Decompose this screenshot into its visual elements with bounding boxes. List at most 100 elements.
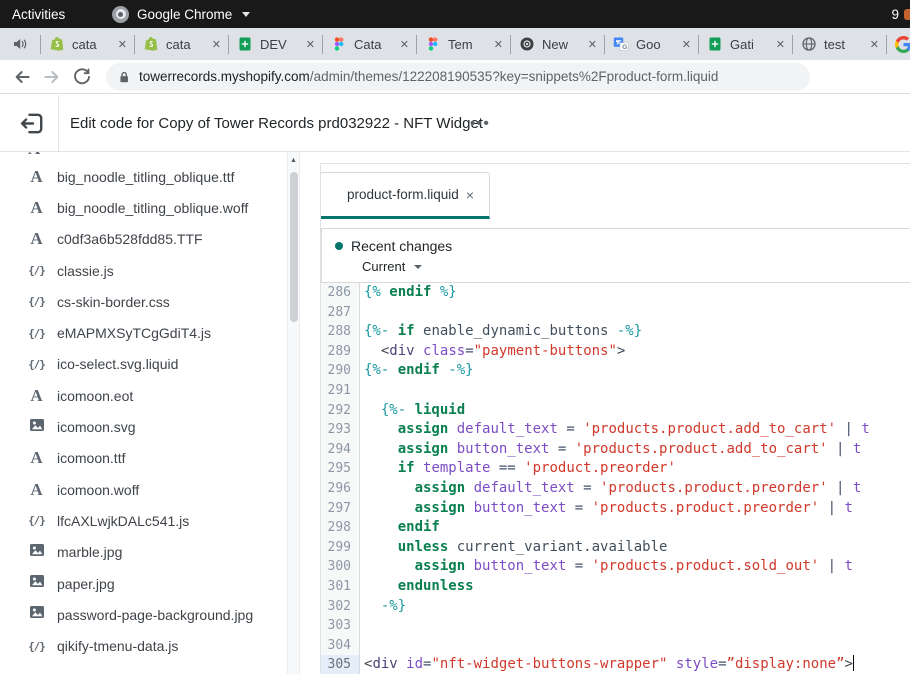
file-item[interactable]: Aicomoon.ttf (0, 443, 286, 474)
scrollbar-thumb[interactable] (290, 172, 298, 322)
tab-close-icon[interactable]: ✕ (588, 38, 597, 51)
file-item[interactable]: {/}classie.js (0, 255, 286, 286)
camera-favicon-icon (519, 36, 535, 52)
browser-tab[interactable]: GGoo✕ (605, 28, 698, 60)
system-top-bar: Activities Google Chrome 9 (0, 0, 910, 28)
browser-tab[interactable]: DEV✕ (229, 28, 322, 60)
code-line[interactable]: 297 assign button_text = 'products.produ… (321, 499, 910, 519)
activities-button[interactable]: Activities (12, 7, 65, 22)
file-item[interactable]: {/}qikify-tmenu-data.js (0, 630, 286, 661)
file-item[interactable]: icomoon.svg (0, 411, 286, 442)
tab-close-icon[interactable]: ✕ (306, 38, 315, 51)
code-area[interactable]: 286{% endif %}287288{%- if enable_dynami… (321, 283, 910, 674)
line-content (360, 303, 910, 323)
translate-favicon-icon: G (613, 36, 629, 52)
browser-tab[interactable]: Cata✕ (323, 28, 416, 60)
code-line[interactable]: 290{%- endif -%} (321, 361, 910, 381)
back-button[interactable] (12, 67, 32, 87)
code-line[interactable]: 295 if template == 'product.preorder' (321, 459, 910, 479)
code-line[interactable]: 291 (321, 381, 910, 401)
app-menu[interactable]: Google Chrome (112, 6, 250, 23)
tab-close-icon[interactable]: ✕ (400, 38, 409, 51)
code-line[interactable]: 294 assign button_text = 'products.produ… (321, 440, 910, 460)
file-item[interactable]: {/}lfcAXLwjkDALc541.js (0, 505, 286, 536)
code-token: assign (415, 480, 466, 496)
url-text: towerrecords.myshopify.com/admin/themes/… (139, 69, 718, 84)
code-token (448, 441, 456, 457)
code-line[interactable]: 292 {%- liquid (321, 401, 910, 421)
text-cursor (853, 655, 855, 671)
code-line[interactable]: 287 (321, 303, 910, 323)
code-line[interactable]: 305<div id="nft-widget-buttons-wrapper" … (321, 655, 910, 674)
code-line[interactable]: 293 assign default_text = 'products.prod… (321, 420, 910, 440)
file-item[interactable]: Abig_noodle_titling_oblique.woff (0, 192, 286, 223)
browser-tab[interactable]: test✕ (793, 28, 886, 60)
code-line[interactable]: 289 <div class="payment-buttons"> (321, 342, 910, 362)
file-item[interactable]: password-page-background.jpg (0, 599, 286, 630)
code-line[interactable]: 298 endif (321, 518, 910, 538)
editor-tab-close-icon[interactable]: × (466, 187, 474, 203)
code-token: assign (415, 558, 466, 574)
browser-tab[interactable]: Tem ✕ (417, 28, 510, 60)
code-token: button_text (474, 500, 567, 516)
code-line[interactable]: 302 -%} (321, 597, 910, 617)
file-item[interactable]: paper.jpg (0, 568, 286, 599)
file-item[interactable]: Aicomoon.woff (0, 474, 286, 505)
code-token: = (718, 656, 726, 672)
tab-close-icon[interactable]: ✕ (682, 38, 691, 51)
url-host: towerrecords.myshopify.com (139, 69, 310, 84)
editor-tab[interactable]: product-form.liquid × (320, 172, 490, 219)
browser-tab[interactable]: New✕ (511, 28, 604, 60)
tab-close-icon[interactable]: ✕ (118, 38, 127, 51)
forward-button[interactable] (42, 67, 62, 87)
code-line[interactable]: 286{% endif %} (321, 283, 910, 303)
scroll-up-icon[interactable]: ▲ (288, 157, 299, 164)
more-actions-button[interactable]: ••• (470, 95, 490, 152)
clock[interactable]: 9 (891, 7, 899, 22)
code-token: ”display:none” (727, 656, 845, 672)
lock-icon[interactable] (118, 70, 130, 84)
browser-tab[interactable]: cata✕ (41, 28, 134, 60)
app-menu-label: Google Chrome (137, 7, 232, 22)
file-item[interactable]: marble.jpg (0, 537, 286, 568)
line-number: 304 (321, 636, 360, 656)
code-token (398, 656, 406, 672)
file-item[interactable]: Aicomoon.eot (0, 380, 286, 411)
tab-close-icon[interactable]: ✕ (870, 38, 879, 51)
file-item[interactable]: {/}eMAPMXSyTCgGdiT4.js (0, 317, 286, 348)
code-line[interactable]: 301 endunless (321, 577, 910, 597)
code-token (364, 460, 398, 476)
file-item[interactable]: Ac0df3a6b528fdd85.TTF (0, 224, 286, 255)
code-line[interactable]: 296 assign default_text = 'products.prod… (321, 479, 910, 499)
tab-close-icon[interactable]: ✕ (212, 38, 221, 51)
browser-tab-title: Tem (448, 37, 487, 52)
exit-button[interactable] (19, 110, 46, 137)
file-item-partial[interactable]: A (0, 152, 286, 161)
code-line[interactable]: 303 (321, 616, 910, 636)
browser-tab[interactable]: Gati✕ (699, 28, 792, 60)
version-dropdown[interactable]: Current (362, 259, 432, 274)
browser-tab-title: cata (166, 37, 205, 52)
code-line[interactable]: 300 assign button_text = 'products.produ… (321, 557, 910, 577)
file-item[interactable]: {/}ico-select.svg.liquid (0, 349, 286, 380)
code-token: div (372, 656, 397, 672)
tab-close-icon[interactable]: ✕ (776, 38, 785, 51)
code-token: "payment-buttons" (474, 343, 617, 359)
sidebar-scrollbar[interactable]: ▲ (287, 152, 300, 674)
page-title: Edit code for Copy of Tower Records prd0… (70, 95, 483, 152)
code-line[interactable]: 304 (321, 636, 910, 656)
screen: Activities Google Chrome 9 cata✕cata✕DEV… (0, 0, 910, 674)
code-token: = (566, 500, 591, 516)
file-name: qikify-tmenu-data.js (57, 638, 178, 654)
code-line[interactable]: 299 unless current_variant.available (321, 538, 910, 558)
file-item[interactable]: Abig_noodle_titling_oblique.ttf (0, 161, 286, 192)
tab-close-icon[interactable]: ✕ (494, 38, 503, 51)
code-line[interactable]: 288{%- if enable_dynamic_buttons -%} (321, 322, 910, 342)
browser-tab[interactable]: cata ✕ (135, 28, 228, 60)
address-bar[interactable]: towerrecords.myshopify.com/admin/themes/… (106, 63, 810, 91)
reload-button[interactable] (72, 67, 92, 87)
line-number: 289 (321, 342, 360, 362)
code-token: t (844, 500, 852, 516)
browser-tab[interactable] (887, 28, 910, 60)
file-item[interactable]: {/}cs-skin-border.css (0, 286, 286, 317)
